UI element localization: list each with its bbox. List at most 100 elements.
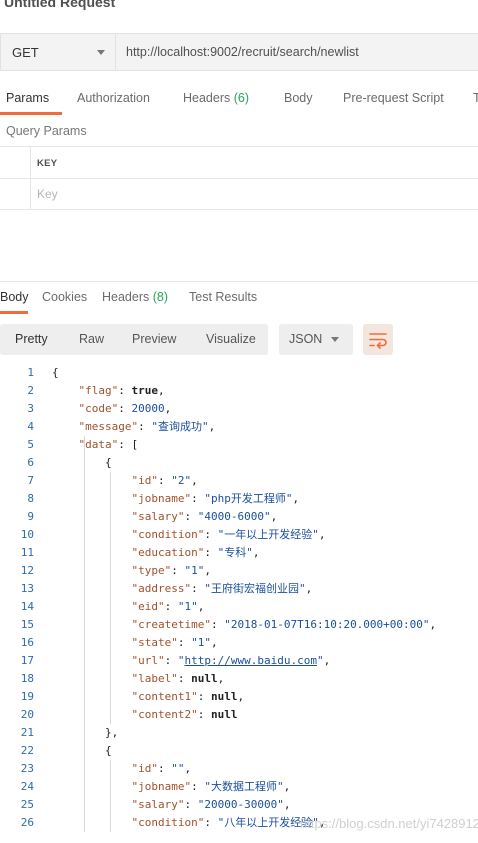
code-token: "state" (131, 636, 178, 649)
code-line: 15 "createtime": "2018-01-07T16:10:20.000… (0, 616, 478, 634)
wrap-lines-icon (369, 333, 387, 349)
code-line: 25 "salary": "20000-30000", (0, 796, 478, 814)
line-number: 24 (20, 780, 34, 793)
code-token: "20000-30000" (197, 798, 284, 811)
line-number: 18 (20, 672, 34, 685)
line-number: 21 (20, 726, 34, 739)
code-token: "condition" (131, 816, 205, 829)
code-token: , (208, 420, 216, 433)
code-token: : (138, 420, 152, 433)
code-text: { (105, 742, 112, 760)
view-mode-visualize[interactable]: Visualize (206, 332, 256, 346)
wrap-lines-button[interactable] (363, 324, 393, 355)
line-number: 26 (20, 816, 34, 829)
code-token: : (184, 798, 198, 811)
code-token: : (118, 384, 132, 397)
view-mode-group: Pretty Raw Preview Visualize (0, 324, 268, 355)
code-token: " (316, 654, 324, 667)
code-token: "2018-01-07T16:10:20.000+00:00" (224, 618, 430, 631)
code-token: , (252, 546, 260, 559)
code-token: "address" (131, 582, 192, 595)
code-token: : (197, 708, 211, 721)
line-number: 15 (20, 618, 34, 631)
code-token: , (283, 780, 291, 793)
line-number: 9 (27, 510, 34, 523)
code-token: "1" (184, 564, 205, 577)
url-link[interactable]: http://www.baidu.com (185, 654, 317, 667)
code-text: "id": "2", (132, 472, 198, 490)
code-token: "专科" (217, 546, 253, 559)
code-token: "1" (177, 600, 198, 613)
code-line: 13 "address": "王府街宏福创业园", (0, 580, 478, 598)
url-input[interactable]: http://localhost:9002/recruit/search/new… (116, 33, 478, 71)
code-token: null (191, 672, 218, 685)
tab-response-body[interactable]: Body (0, 290, 29, 304)
code-token: "flag" (78, 384, 119, 397)
code-token: "content1" (131, 690, 198, 703)
method-select[interactable]: GET (0, 33, 116, 71)
tab-label: T (473, 91, 478, 105)
code-line: 8 "jobname": "php开发工程师", (0, 490, 478, 508)
code-token: "4000-6000" (197, 510, 271, 523)
key-input[interactable]: Key (31, 179, 58, 209)
tab-response-headers[interactable]: Headers (8) (102, 290, 168, 304)
tab-count: (8) (152, 290, 169, 304)
view-mode-preview[interactable]: Preview (132, 332, 176, 346)
code-token: { (105, 744, 112, 757)
code-token: , (158, 384, 165, 397)
code-line: 1{ (0, 364, 478, 382)
code-text: "address": "王府街宏福创业园", (132, 580, 313, 598)
code-token: " (177, 654, 185, 667)
tab-headers[interactable]: Headers (6) (183, 91, 249, 105)
format-select[interactable]: JSON (279, 324, 353, 355)
line-number: 19 (20, 690, 34, 703)
tab-pre-request-script[interactable]: Pre-request Script (343, 91, 444, 105)
code-token: : (204, 546, 218, 559)
code-line: 18 "label": null, (0, 670, 478, 688)
code-token: , (164, 402, 172, 415)
tab-test-results[interactable]: Test Results (189, 290, 257, 304)
view-mode-raw[interactable]: Raw (79, 332, 104, 346)
line-number: 16 (20, 636, 34, 649)
tab-cookies[interactable]: Cookies (42, 290, 87, 304)
code-line: 23 "id": "", (0, 760, 478, 778)
tab-tests[interactable]: T (473, 91, 478, 105)
code-token: , (270, 510, 278, 523)
tab-authorization[interactable]: Authorization (77, 91, 150, 105)
code-token: , (305, 582, 313, 595)
code-token: : (158, 474, 172, 487)
code-text: "message": "查询成功", (79, 418, 216, 436)
code-token: "content2" (131, 708, 198, 721)
code-line: 12 "type": "1", (0, 562, 478, 580)
code-token: "salary" (131, 510, 185, 523)
code-text: "type": "1", (132, 562, 212, 580)
line-number: 12 (20, 564, 34, 577)
code-line: 9 "salary": "4000-6000", (0, 508, 478, 526)
code-line: 21}, (0, 724, 478, 742)
code-token: , (323, 654, 331, 667)
code-token: : (164, 654, 178, 667)
code-text: "content1": null, (132, 688, 245, 706)
tab-params[interactable]: Params (6, 91, 49, 105)
code-token: "createtime" (131, 618, 211, 631)
line-number: 20 (20, 708, 34, 721)
active-tab-indicator (0, 112, 62, 115)
line-number: 13 (20, 582, 34, 595)
code-token: { (105, 456, 112, 469)
code-token: "大数据工程师" (204, 780, 284, 793)
response-body-code: 1{2 "flag": true, 3 "code": 20000, 4 "message… (0, 364, 478, 832)
code-token: : (177, 672, 192, 685)
code-token: : (191, 582, 205, 595)
code-token: : (158, 762, 172, 775)
view-mode-pretty[interactable]: Pretty (15, 332, 48, 346)
tab-label: Params (6, 91, 50, 105)
line-number: 2 (27, 384, 34, 397)
line-number: 4 (27, 420, 34, 433)
code-text: "education": "专科", (132, 544, 260, 562)
tab-body[interactable]: Body (284, 91, 313, 105)
code-token: : (177, 636, 192, 649)
code-token: : (204, 816, 218, 829)
code-text: "state": "1", (132, 634, 218, 652)
code-text: }, (105, 724, 118, 742)
code-token: , (237, 690, 245, 703)
